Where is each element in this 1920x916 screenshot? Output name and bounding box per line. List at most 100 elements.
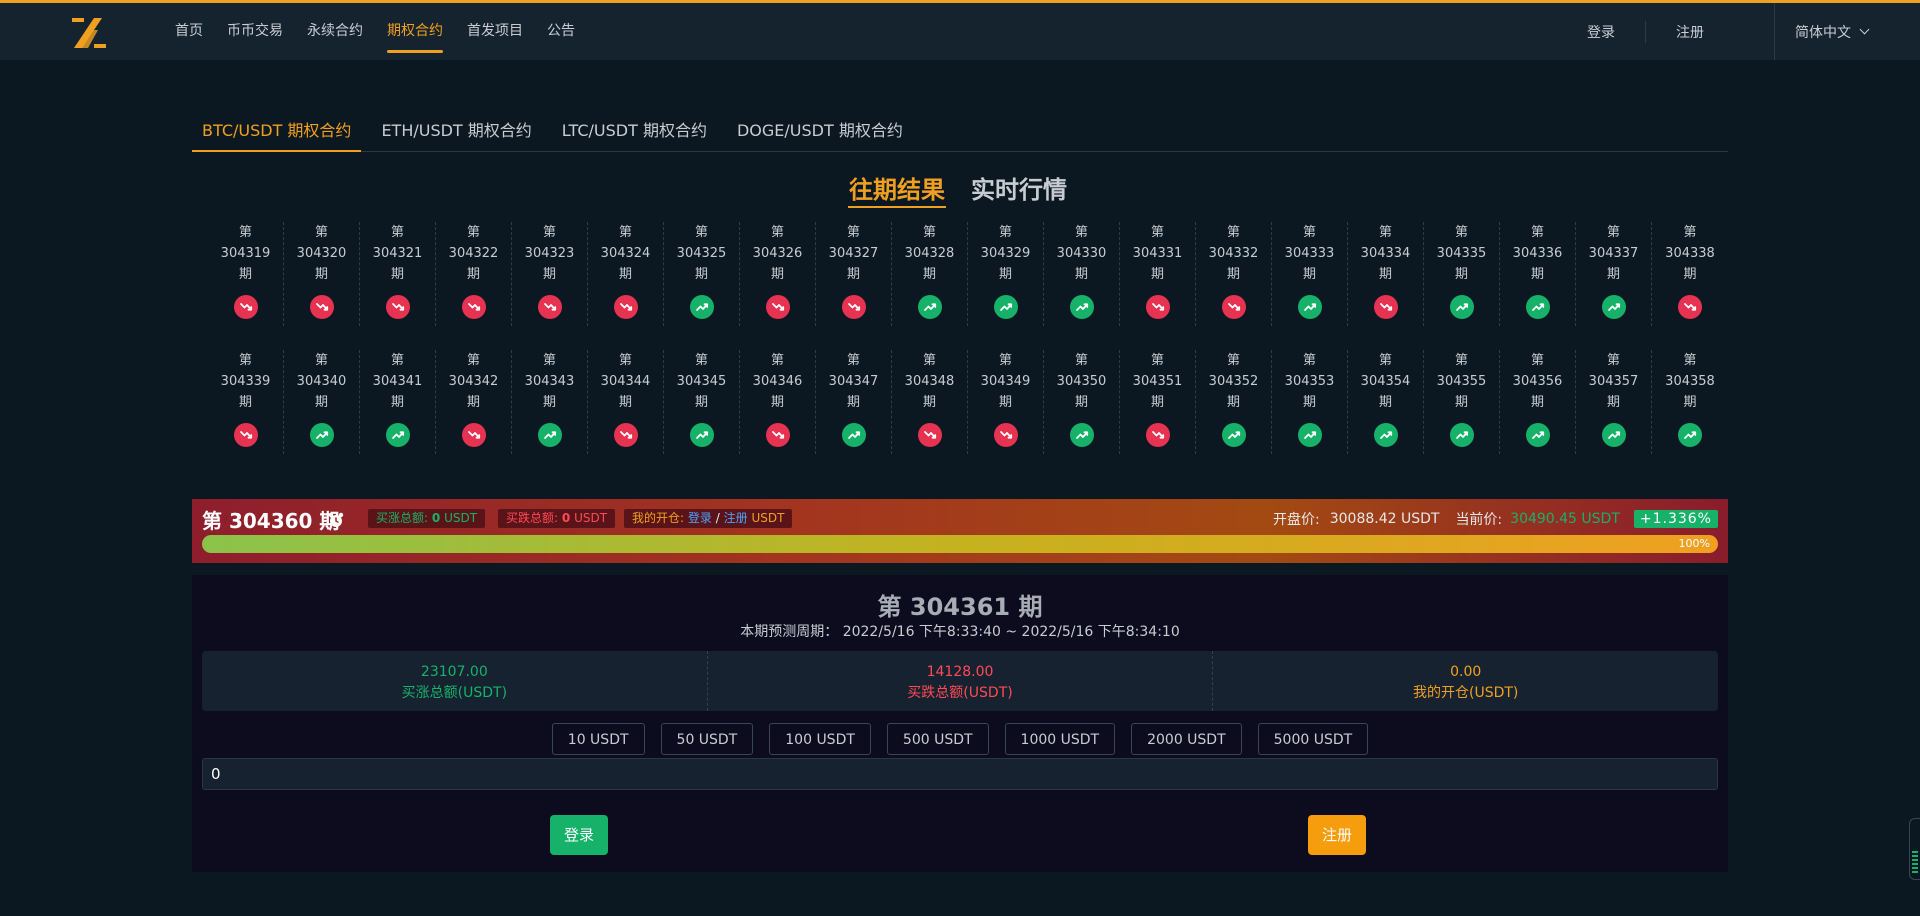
period-number: 304341 [372,374,423,389]
period-prefix: 第 [238,225,252,240]
period-suffix: 期 [770,267,784,282]
period-prefix: 第 [1606,225,1620,240]
buy-down-total-value: 14128.00 [926,664,994,680]
nav-spot-trading[interactable]: 币币交易 [227,3,283,60]
period-suffix: 期 [770,395,784,410]
period-prefix: 第 [1150,353,1164,368]
trend-up-icon [1297,423,1322,447]
period-number: 304334 [1360,246,1411,261]
trend-up-icon [1525,295,1550,319]
nav-options[interactable]: 期权合约 [387,3,443,60]
period-prefix: 第 [1454,353,1468,368]
period-item: 第 304336 期 [1500,222,1576,326]
period-prefix: 第 [1150,225,1164,240]
period-prefix: 第 [1530,353,1544,368]
nav-perpetual[interactable]: 永续合约 [307,3,363,60]
tab-btc-usdt[interactable]: BTC/USDT 期权合约 [192,115,362,152]
period-prefix: 第 [694,225,708,240]
amount-50-button[interactable]: 50 USDT [660,723,754,755]
period-suffix: 期 [1302,395,1316,410]
trend-down-icon [1678,295,1702,319]
brand-logo-icon[interactable] [72,16,106,50]
nav-home[interactable]: 首页 [175,3,203,60]
period-number: 304344 [600,374,651,389]
tab-past-results[interactable]: 往期结果 [848,170,946,208]
buy-down-label: 买跌总额: [506,511,559,525]
register-button[interactable]: 注册 [1308,815,1367,855]
period-number: 304321 [372,246,423,261]
period-prefix: 第 [770,225,784,240]
my-position-register-link[interactable]: 注册 [724,511,748,525]
period-suffix: 期 [314,267,328,282]
amount-input[interactable] [202,758,1718,790]
buy-down-total-label: 买跌总额(USDT) [907,685,1013,701]
language-selector[interactable]: 简体中文 [1774,3,1920,60]
tab-ltc-usdt[interactable]: LTC/USDT 期权合约 [552,115,717,151]
period-progress-bar: 100% [202,535,1718,553]
tab-eth-usdt[interactable]: ETH/USDT 期权合约 [371,115,541,151]
trend-down-icon [309,295,334,319]
period-prefix: 第 [466,225,480,240]
period-prefix: 第 [542,225,556,240]
amount-5000-button[interactable]: 5000 USDT [1257,723,1369,755]
amount-100-button[interactable]: 100 USDT [769,723,871,755]
period-item: 第 304354 期 [1348,350,1424,454]
amount-2000-button[interactable]: 2000 USDT [1131,723,1242,755]
period-prefix: 第 [618,225,632,240]
header-register-link[interactable]: 注册 [1646,22,1734,42]
tab-live-market[interactable]: 实时行情 [970,170,1068,208]
nav-launchpad[interactable]: 首发项目 [467,3,523,60]
trend-down-icon [233,423,258,447]
period-prefix: 第 [998,353,1012,368]
period-prefix: 第 [238,353,252,368]
period-item: 第 304345 期 [664,350,740,454]
trend-up-icon [917,295,942,319]
period-item: 第 304353 期 [1272,350,1348,454]
period-suffix: 期 [1226,267,1240,282]
amount-500-button[interactable]: 500 USDT [886,723,989,755]
period-item: 第 304342 期 [436,350,512,454]
my-position-label: 我的开仓: [632,511,685,525]
period-prefix: 第 [1683,225,1697,240]
price-change-badge: +1.336% [1633,510,1718,528]
trend-up-icon [1601,295,1626,319]
header-login-link[interactable]: 登录 [1557,22,1645,42]
period-prefix: 第 [770,353,784,368]
period-item: 第 304355 期 [1424,350,1500,454]
period-number: 304342 [448,374,499,389]
side-scroll-widget[interactable] [1909,818,1920,880]
period-item: 第 304328 期 [892,222,968,326]
amount-1000-button[interactable]: 1000 USDT [1004,723,1116,755]
nav-announcements[interactable]: 公告 [547,3,575,60]
buy-up-label: 买涨总额: [376,511,429,525]
period-suffix: 期 [1530,395,1544,410]
period-item: 第 304330 期 [1044,222,1120,326]
trend-up-icon [1373,423,1398,447]
tab-doge-usdt[interactable]: DOGE/USDT 期权合约 [727,115,913,151]
period-item: 第 304357 期 [1576,350,1652,454]
period-item: 第 304325 期 [664,222,740,326]
trend-up-icon [309,423,334,447]
period-number: 304357 [1588,374,1639,389]
buy-up-total-stat: 23107.00 买涨总额(USDT) [202,651,708,711]
period-suffix: 期 [846,395,860,410]
period-item: 第 304319 期 [208,222,284,326]
buy-up-total-value: 23107.00 [420,664,488,680]
period-item: 第 304343 期 [512,350,588,454]
period-number: 304349 [980,374,1031,389]
login-button[interactable]: 登录 [550,815,609,855]
progress-percent: 100% [1678,537,1710,550]
my-position-login-link[interactable]: 登录 [688,511,712,525]
period-item: 第 304335 期 [1424,222,1500,326]
period-number: 304338 [1665,246,1715,261]
period-item: 第 304337 期 [1576,222,1652,326]
user-nav: 登录 注册 简体中文 [1557,3,1920,60]
period-prefix: 第 [998,225,1012,240]
period-item: 第 304320 期 [284,222,360,326]
period-number: 304345 [676,374,727,389]
trend-up-icon [1069,295,1094,319]
amount-10-button[interactable]: 10 USDT [551,723,645,755]
buy-up-total-chip: 买涨总额: 0 USDT [368,509,486,528]
period-prefix: 第 [1226,225,1240,240]
trend-up-icon [1449,295,1474,319]
